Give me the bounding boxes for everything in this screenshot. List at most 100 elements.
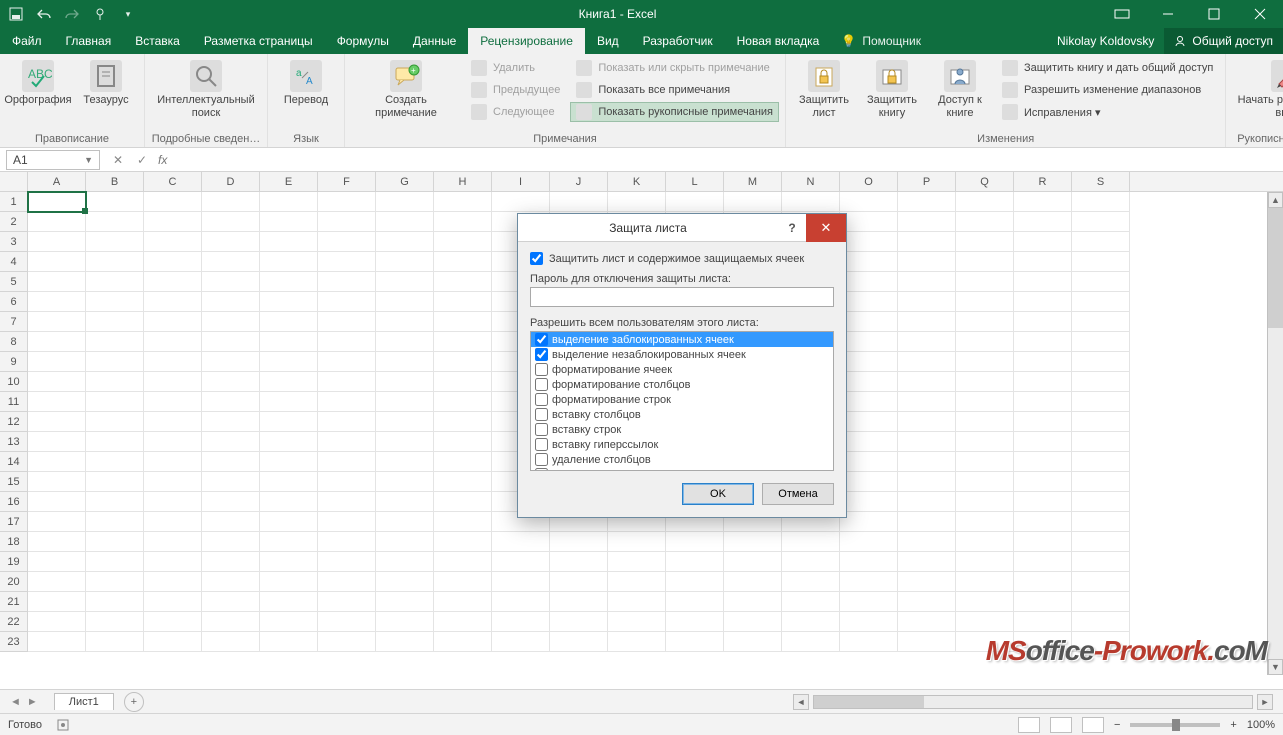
cell[interactable] (956, 272, 1014, 292)
cell[interactable] (550, 552, 608, 572)
cell[interactable] (28, 632, 86, 652)
cell[interactable] (434, 532, 492, 552)
cell[interactable] (898, 512, 956, 532)
cell[interactable] (1014, 232, 1072, 252)
cell[interactable] (28, 312, 86, 332)
cell[interactable] (376, 572, 434, 592)
tab-Формулы[interactable]: Формулы (325, 28, 401, 54)
vertical-scrollbar[interactable]: ▲ ▼ (1267, 192, 1283, 675)
ribbon-options-icon[interactable] (1099, 0, 1145, 28)
cell[interactable] (318, 452, 376, 472)
cell[interactable] (1014, 472, 1072, 492)
cell[interactable] (86, 532, 144, 552)
cell[interactable] (608, 532, 666, 552)
macro-record-icon[interactable] (56, 718, 70, 732)
cell[interactable] (956, 592, 1014, 612)
cell[interactable] (376, 252, 434, 272)
cell[interactable] (260, 492, 318, 512)
cell[interactable] (144, 332, 202, 352)
cancel-button[interactable]: Отмена (762, 483, 834, 505)
column-header[interactable]: P (898, 172, 956, 191)
cell[interactable] (144, 292, 202, 312)
cell[interactable] (550, 592, 608, 612)
cell[interactable] (86, 432, 144, 452)
cell[interactable] (28, 232, 86, 252)
view-page-break-button[interactable] (1082, 717, 1104, 733)
hscroll-thumb[interactable] (814, 696, 924, 708)
cell[interactable] (1014, 212, 1072, 232)
protect-sheet-button[interactable]: Защитить лист (792, 58, 856, 120)
permission-item[interactable]: выделение заблокированных ячеек (531, 332, 833, 347)
cell[interactable] (782, 572, 840, 592)
protect-workbook-button[interactable]: Защитить книгу (860, 58, 924, 120)
cell[interactable] (260, 272, 318, 292)
row-header[interactable]: 9 (0, 352, 28, 372)
cell[interactable] (28, 372, 86, 392)
cell[interactable] (898, 532, 956, 552)
column-header[interactable]: L (666, 172, 724, 191)
row-header[interactable]: 23 (0, 632, 28, 652)
column-header[interactable]: C (144, 172, 202, 191)
cell[interactable] (434, 372, 492, 392)
cell[interactable] (840, 192, 898, 212)
scroll-up-icon[interactable]: ▲ (1268, 192, 1283, 208)
cell[interactable] (376, 332, 434, 352)
cell[interactable] (840, 332, 898, 352)
cell[interactable] (260, 512, 318, 532)
cell[interactable] (1072, 452, 1130, 472)
cell[interactable] (898, 472, 956, 492)
cell[interactable] (260, 292, 318, 312)
cell[interactable] (1014, 432, 1072, 452)
cell[interactable] (608, 592, 666, 612)
cell[interactable] (376, 492, 434, 512)
cell[interactable] (376, 592, 434, 612)
cell[interactable] (318, 252, 376, 272)
row-header[interactable]: 15 (0, 472, 28, 492)
cell[interactable] (260, 312, 318, 332)
cell[interactable] (318, 472, 376, 492)
cell[interactable] (434, 212, 492, 232)
cell[interactable] (202, 472, 260, 492)
cell[interactable] (144, 512, 202, 532)
cell[interactable] (86, 352, 144, 372)
cell[interactable] (260, 472, 318, 492)
cell[interactable] (202, 572, 260, 592)
show-all-comments-button[interactable]: Показать все примечания (570, 80, 779, 100)
cell[interactable] (260, 192, 318, 212)
cell[interactable] (434, 392, 492, 412)
cell[interactable] (86, 232, 144, 252)
cell[interactable] (724, 192, 782, 212)
dialog-help-button[interactable]: ? (778, 221, 806, 235)
column-header[interactable]: D (202, 172, 260, 191)
cell[interactable] (376, 352, 434, 372)
cell[interactable] (1072, 612, 1130, 632)
permission-item[interactable]: вставку столбцов (531, 407, 833, 422)
tab-file[interactable]: Файл (0, 28, 54, 54)
cell[interactable] (28, 492, 86, 512)
cell[interactable] (86, 372, 144, 392)
tab-Новая вкладка[interactable]: Новая вкладка (725, 28, 832, 54)
cell[interactable] (956, 352, 1014, 372)
cell[interactable] (434, 292, 492, 312)
cell[interactable] (28, 352, 86, 372)
cell[interactable] (434, 432, 492, 452)
cell[interactable] (1014, 332, 1072, 352)
cell[interactable] (724, 592, 782, 612)
cell[interactable] (550, 572, 608, 592)
cell[interactable] (782, 632, 840, 652)
cell[interactable] (840, 312, 898, 332)
cell[interactable] (1072, 252, 1130, 272)
minimize-button[interactable] (1145, 0, 1191, 28)
cell[interactable] (376, 512, 434, 532)
cell[interactable] (318, 212, 376, 232)
cell[interactable] (86, 492, 144, 512)
cell[interactable] (202, 452, 260, 472)
permission-item[interactable]: вставку строк (531, 422, 833, 437)
cell[interactable] (956, 252, 1014, 272)
row-header[interactable]: 22 (0, 612, 28, 632)
cell[interactable] (376, 412, 434, 432)
cell[interactable] (434, 232, 492, 252)
cell[interactable] (376, 472, 434, 492)
cell[interactable] (434, 312, 492, 332)
cell[interactable] (260, 372, 318, 392)
